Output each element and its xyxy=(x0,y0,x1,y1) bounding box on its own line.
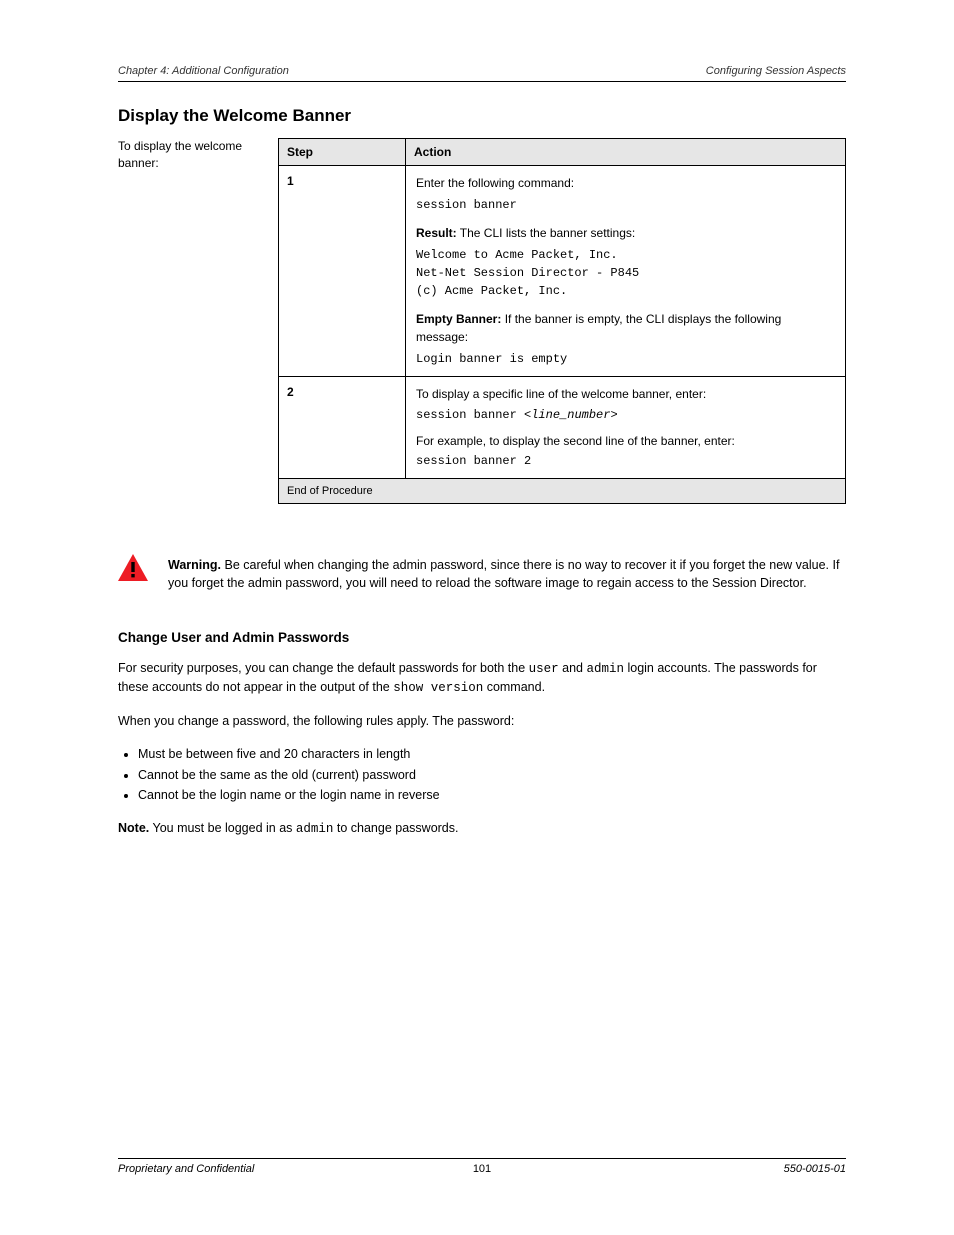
step-action: Enter the following command: session ban… xyxy=(406,166,846,377)
warning-icon xyxy=(118,554,152,586)
table-row: 2 To display a specific line of the welc… xyxy=(279,377,846,479)
cli-command: session banner 2 xyxy=(416,452,835,470)
empty-banner-label: Empty Banner: xyxy=(416,312,501,326)
step-number: 2 xyxy=(279,377,406,479)
passwords-section: Change User and Admin Passwords For secu… xyxy=(118,628,846,839)
note-label: Note. xyxy=(118,821,149,835)
list-item: Cannot be the same as the old (current) … xyxy=(138,766,846,785)
result-line: (c) Acme Packet, Inc. xyxy=(416,282,835,300)
end-of-procedure: End of Procedure xyxy=(279,479,846,504)
header-topic: Configuring Session Aspects xyxy=(706,65,846,77)
result-line: Net-Net Session Director - P845 xyxy=(416,264,835,282)
procedure-intro: To display the welcome banner: xyxy=(118,138,278,173)
empty-banner-msg: Login banner is empty xyxy=(416,350,835,368)
warning-text: Warning. Be careful when changing the ad… xyxy=(168,556,846,592)
warning-body: Be careful when changing the admin passw… xyxy=(168,558,839,590)
action-line: For example, to display the second line … xyxy=(416,432,835,450)
list-item: Must be between five and 20 characters i… xyxy=(138,745,846,764)
table-header-row: Step Action xyxy=(279,139,846,166)
page-number: 101 xyxy=(118,1163,846,1175)
col-step: Step xyxy=(279,139,406,166)
action-line: To display a specific line of the welcom… xyxy=(416,385,835,403)
footer-rule xyxy=(118,1158,846,1159)
list-item: Cannot be the login name or the login na… xyxy=(138,786,846,805)
col-action: Action xyxy=(406,139,846,166)
cli-command: session banner xyxy=(416,196,835,214)
section-heading: Display the Welcome Banner xyxy=(118,106,846,126)
passwords-p1: For security purposes, you can change th… xyxy=(118,659,846,699)
passwords-p2: When you change a password, the followin… xyxy=(118,712,846,731)
cli-command: session banner xyxy=(416,408,524,422)
password-rules: Must be between five and 20 characters i… xyxy=(118,745,846,805)
result-text: The CLI lists the banner settings: xyxy=(460,226,635,240)
action-intro: Enter the following command: xyxy=(416,174,835,192)
inline-code: show version xyxy=(393,681,483,695)
inline-code: admin xyxy=(296,822,334,836)
passwords-heading: Change User and Admin Passwords xyxy=(118,628,846,648)
header-chapter: Chapter 4: Additional Configuration xyxy=(118,65,289,77)
inline-code: user xyxy=(529,662,559,676)
warning-block: Warning. Be careful when changing the ad… xyxy=(118,556,846,592)
header-rule xyxy=(118,81,846,82)
cli-arg: <line_number> xyxy=(524,408,618,422)
passwords-note: Note. You must be logged in as admin to … xyxy=(118,819,846,839)
warning-label: Warning. xyxy=(168,558,221,572)
step-number: 1 xyxy=(279,166,406,377)
result-label: Result: xyxy=(416,226,457,240)
inline-code: admin xyxy=(586,662,624,676)
step-action: To display a specific line of the welcom… xyxy=(406,377,846,479)
table-row: 1 Enter the following command: session b… xyxy=(279,166,846,377)
page-footer: Proprietary and Confidential 101 550-001… xyxy=(118,1158,846,1175)
procedure-table: Step Action 1 Enter the following comman… xyxy=(278,138,846,504)
result-line: Welcome to Acme Packet, Inc. xyxy=(416,246,835,264)
table-footer-row: End of Procedure xyxy=(279,479,846,504)
page-header: Chapter 4: Additional Configuration Conf… xyxy=(118,65,846,77)
